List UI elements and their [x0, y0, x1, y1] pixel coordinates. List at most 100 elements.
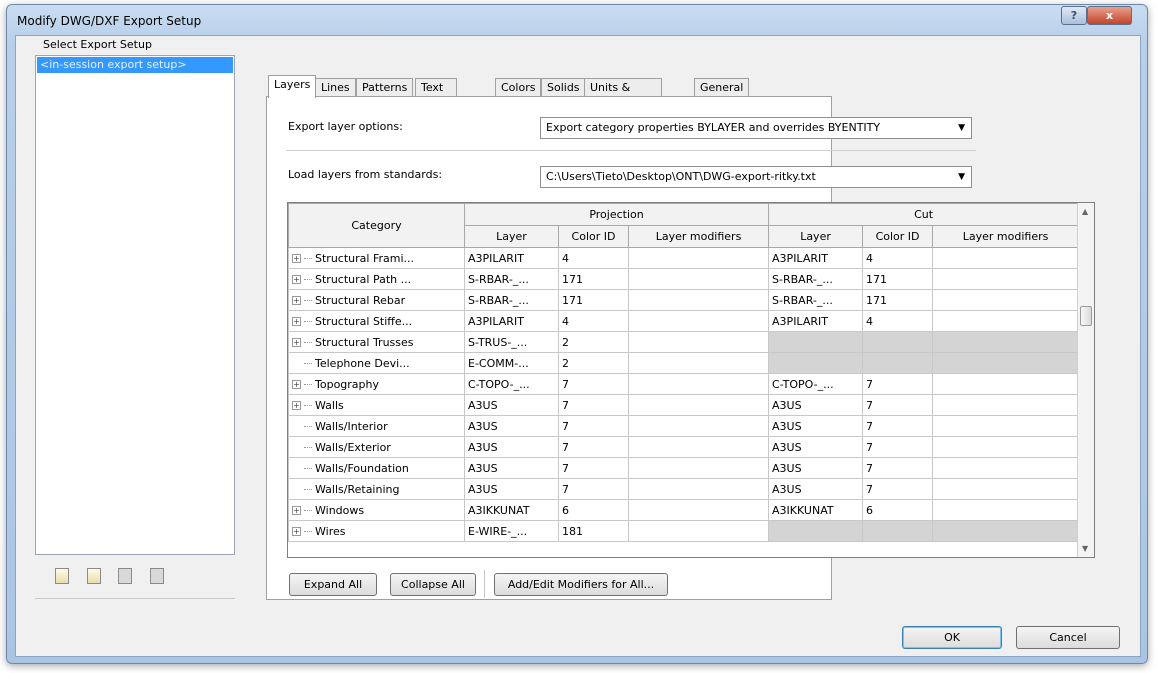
cut-layer-cell[interactable]: A3PILARIT	[768, 310, 864, 332]
table-row[interactable]: + Structural Path ... S-RBAR-_... 171 S-RBAR…	[288, 268, 1080, 290]
projection-layer-cell[interactable]: A3US	[464, 394, 559, 416]
tab-layers[interactable]: Layers	[268, 75, 317, 98]
cut-color-id-cell[interactable]: 7	[862, 373, 934, 395]
projection-layer-cell[interactable]: E-COMM-...	[464, 352, 559, 374]
projection-layer-modifiers-cell[interactable]	[627, 310, 770, 332]
table-row[interactable]: + Structural Rebar S-RBAR-_... 171 S-RBAR-_.…	[288, 289, 1080, 311]
cut-layer-modifiers-cell[interactable]	[932, 415, 1080, 437]
projection-layer-cell[interactable]: A3US	[464, 478, 559, 500]
cut-layer-modifiers-cell[interactable]	[932, 310, 1080, 332]
tab-general[interactable]: General	[694, 78, 750, 97]
cut-layer-modifiers-cell[interactable]	[932, 247, 1080, 269]
expand-plus-icon[interactable]: +	[292, 506, 301, 515]
projection-layer-modifiers-cell[interactable]	[627, 520, 770, 542]
table-row[interactable]: + Wires E-WIRE-_... 181	[288, 520, 1080, 542]
projection-color-id-cell[interactable]: 7	[558, 373, 629, 395]
cut-layer-modifiers-cell[interactable]	[932, 499, 1080, 521]
projection-layer-cell[interactable]: S-RBAR-_...	[464, 268, 559, 290]
category-cell[interactable]: Walls/Exterior	[288, 436, 465, 458]
cut-color-id-cell[interactable]: 4	[862, 247, 934, 269]
projection-color-id-cell[interactable]: 181	[558, 520, 629, 542]
duplicate-setup-icon[interactable]	[86, 568, 101, 584]
cut-layer-cell[interactable]: C-TOPO-_...	[768, 373, 864, 395]
table-row[interactable]: Walls/Interior A3US 7 A3US 7	[288, 415, 1080, 437]
expand-plus-icon[interactable]: +	[292, 275, 301, 284]
cut-layer-modifiers-cell[interactable]	[932, 436, 1080, 458]
ok-button[interactable]: OK	[902, 626, 1002, 649]
cut-color-id-cell[interactable]: 6	[862, 499, 934, 521]
scroll-up-icon[interactable]: ▲	[1082, 207, 1088, 216]
table-row[interactable]: + Structural Trusses S-TRUS-_... 2	[288, 331, 1080, 353]
cut-color-id-cell[interactable]: 7	[862, 478, 934, 500]
export-setup-item[interactable]: <in-session export setup>	[37, 57, 233, 73]
expand-plus-icon[interactable]: +	[292, 527, 301, 536]
projection-color-id-cell[interactable]: 4	[558, 310, 629, 332]
cut-layer-cell[interactable]: A3US	[768, 478, 864, 500]
category-cell[interactable]: + Topography	[288, 373, 465, 395]
category-cell[interactable]: + Structural Frami...	[288, 247, 465, 269]
export-layer-options-dropdown[interactable]: Export category properties BYLAYER and o…	[540, 117, 972, 139]
projection-layer-cell[interactable]: S-TRUS-_...	[464, 331, 559, 353]
projection-color-id-cell[interactable]: 7	[558, 478, 629, 500]
cut-layer-modifiers-cell[interactable]	[932, 289, 1080, 311]
category-cell[interactable]: + Walls	[288, 394, 465, 416]
cut-layer-cell[interactable]: A3IKKUNAT	[768, 499, 864, 521]
category-cell[interactable]: + Structural Stiffe...	[288, 310, 465, 332]
cut-color-id-header[interactable]: Color ID	[862, 225, 934, 248]
projection-layer-cell[interactable]: C-TOPO-_...	[464, 373, 559, 395]
expand-plus-icon[interactable]: +	[292, 317, 301, 326]
category-cell[interactable]: + Wires	[288, 520, 465, 542]
cancel-button[interactable]: Cancel	[1016, 626, 1120, 649]
projection-layer-cell[interactable]: A3US	[464, 415, 559, 437]
cut-layer-cell[interactable]: A3PILARIT	[768, 247, 864, 269]
projection-layer-cell[interactable]: E-WIRE-_...	[464, 520, 559, 542]
projection-layer-cell[interactable]: A3PILARIT	[464, 310, 559, 332]
tab-units-coordinates[interactable]: Units & Coordinates	[584, 78, 663, 111]
expand-all-button[interactable]: Expand All	[289, 573, 377, 596]
scroll-down-icon[interactable]: ▼	[1082, 544, 1088, 553]
expand-plus-icon[interactable]: +	[292, 254, 301, 263]
tab-patterns[interactable]: Patterns	[356, 78, 414, 97]
table-row[interactable]: + Structural Stiffe... A3PILARIT 4 A3PILARIT…	[288, 310, 1080, 332]
projection-color-id-cell[interactable]: 171	[558, 289, 629, 311]
table-row[interactable]: Walls/Exterior A3US 7 A3US 7	[288, 436, 1080, 458]
projection-layer-modifiers-cell[interactable]	[627, 436, 770, 458]
projection-color-id-cell[interactable]: 7	[558, 394, 629, 416]
projection-color-id-cell[interactable]: 4	[558, 247, 629, 269]
projection-layer-modifiers-cell[interactable]	[627, 247, 770, 269]
cut-color-id-cell[interactable]: 7	[862, 415, 934, 437]
new-setup-icon[interactable]	[55, 568, 69, 584]
category-cell[interactable]: + Structural Rebar	[288, 289, 465, 311]
projection-layer-modifiers-cell[interactable]	[627, 268, 770, 290]
cut-color-id-cell[interactable]: 171	[862, 289, 934, 311]
projection-layer-cell[interactable]: A3US	[464, 457, 559, 479]
collapse-all-button[interactable]: Collapse All	[390, 573, 476, 596]
projection-layer-modifiers-cell[interactable]	[627, 352, 770, 374]
projection-layer-modifiers-cell[interactable]	[627, 394, 770, 416]
tab-solids[interactable]: Solids	[541, 78, 586, 97]
tab-lines[interactable]: Lines	[315, 78, 356, 97]
cut-layer-cell[interactable]: S-RBAR-_...	[768, 268, 864, 290]
scrollbar-thumb[interactable]	[1080, 306, 1092, 326]
projection-layer-cell[interactable]: A3PILARIT	[464, 247, 559, 269]
rename-setup-icon[interactable]	[118, 568, 132, 584]
delete-setup-icon[interactable]	[149, 568, 164, 584]
cut-layer-cell[interactable]: S-RBAR-_...	[768, 289, 864, 311]
table-row[interactable]: + Walls A3US 7 A3US 7	[288, 394, 1080, 416]
cut-color-id-cell[interactable]: 171	[862, 268, 934, 290]
projection-layer-modifiers-header[interactable]: Layer modifiers	[627, 225, 770, 248]
projection-layer-cell[interactable]: A3US	[464, 436, 559, 458]
projection-color-id-cell[interactable]: 7	[558, 457, 629, 479]
title-bar[interactable]: Modify DWG/DXF Export Setup ? x	[7, 5, 1147, 35]
category-cell[interactable]: + Structural Trusses	[288, 331, 465, 353]
projection-color-id-cell[interactable]: 6	[558, 499, 629, 521]
projection-layer-modifiers-cell[interactable]	[627, 331, 770, 353]
cut-layer-modifiers-header[interactable]: Layer modifiers	[932, 225, 1080, 248]
cut-layer-cell[interactable]: A3US	[768, 394, 864, 416]
table-scrollbar[interactable]: ▲ ▼	[1077, 203, 1094, 557]
table-row[interactable]: Walls/Retaining A3US 7 A3US 7	[288, 478, 1080, 500]
projection-layer-header[interactable]: Layer	[464, 225, 559, 248]
tab-text-fonts[interactable]: Text & Fonts	[415, 78, 457, 128]
category-cell[interactable]: Walls/Interior	[288, 415, 465, 437]
close-button[interactable]: x	[1087, 6, 1132, 25]
